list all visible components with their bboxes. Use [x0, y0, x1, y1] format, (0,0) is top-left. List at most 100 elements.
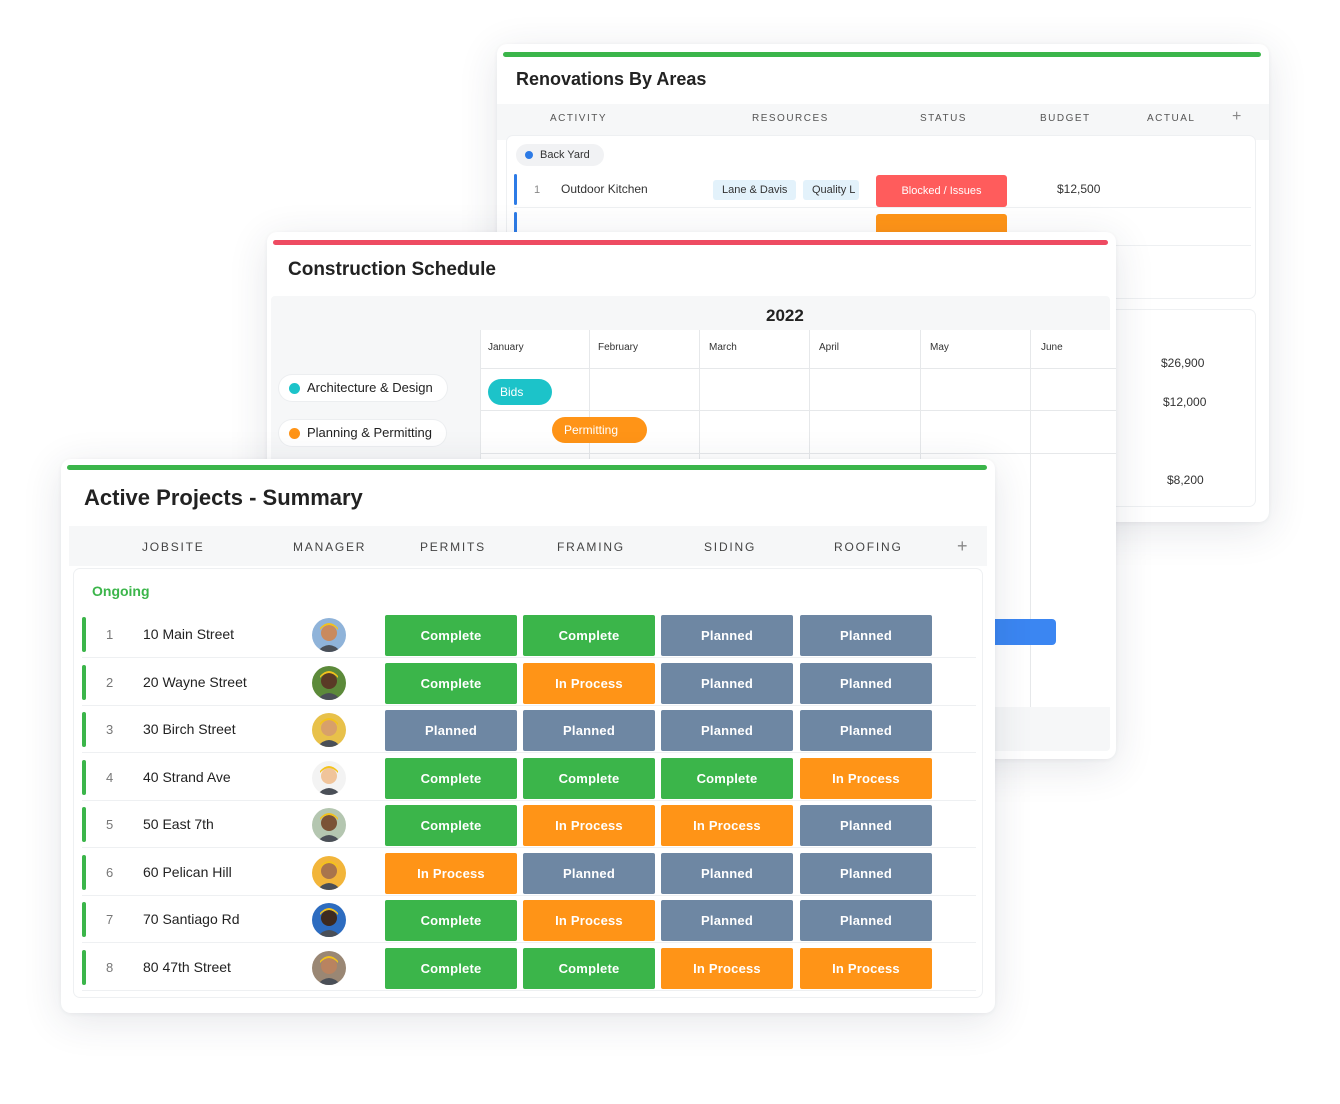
- timeline-row-label[interactable]: Architecture & Design: [279, 375, 447, 401]
- month-label: June: [1041, 342, 1063, 353]
- row-accent: [82, 854, 86, 890]
- column-header-budget[interactable]: BUDGET: [1040, 113, 1091, 124]
- add-column-icon[interactable]: +: [1232, 108, 1241, 126]
- resource-chip[interactable]: Lane & Davis: [713, 180, 797, 200]
- timeline-bar-bids[interactable]: Bids: [488, 379, 552, 405]
- month-label: March: [709, 342, 737, 353]
- manager-avatar[interactable]: [312, 903, 346, 937]
- timeline-row-label[interactable]: Planning & Permitting: [279, 420, 447, 446]
- status-roofing[interactable]: Planned: [800, 900, 932, 941]
- jobsite-cell[interactable]: 80 47th Street: [143, 959, 231, 975]
- group-name: Back Yard: [540, 149, 590, 161]
- column-header-siding[interactable]: SIDING: [704, 540, 756, 554]
- table-row[interactable]: 2 20 Wayne Street Complete In Process Planne…: [82, 660, 976, 706]
- jobsite-cell[interactable]: 30 Birch Street: [143, 721, 236, 737]
- row-accent: [82, 949, 86, 985]
- row-accent: [82, 807, 86, 842]
- status-siding[interactable]: Planned: [661, 900, 793, 941]
- status-siding[interactable]: Planned: [661, 662, 793, 704]
- status-framing[interactable]: Planned: [523, 710, 655, 751]
- status-permits[interactable]: Planned: [385, 710, 517, 751]
- active-projects-board: Active Projects - Summary JOBSITE MANAGE…: [61, 459, 995, 1013]
- table-row[interactable]: 6 60 Pelican Hill In Process Planned Planned…: [82, 850, 976, 896]
- status-framing[interactable]: In Process: [523, 900, 655, 941]
- resource-chip[interactable]: Quality L: [803, 180, 859, 200]
- timeline-bar-permitting[interactable]: Permitting: [552, 417, 647, 443]
- manager-avatar[interactable]: [312, 808, 346, 842]
- status-framing[interactable]: Complete: [523, 757, 655, 799]
- status-framing[interactable]: Complete: [523, 947, 655, 989]
- group-name[interactable]: Ongoing: [92, 583, 150, 599]
- group-dot-icon: [525, 151, 533, 159]
- column-header-status[interactable]: STATUS: [920, 113, 967, 124]
- column-header-roofing[interactable]: ROOFING: [834, 540, 903, 554]
- amount-cell: $8,200: [1167, 473, 1204, 487]
- jobsite-cell[interactable]: 60 Pelican Hill: [143, 864, 232, 880]
- add-column-icon[interactable]: +: [957, 536, 968, 557]
- manager-avatar[interactable]: [312, 760, 346, 795]
- avatar-photo: [312, 760, 346, 795]
- row-accent: [82, 759, 86, 795]
- jobsite-cell[interactable]: 70 Santiago Rd: [143, 911, 240, 927]
- status-roofing[interactable]: Planned: [800, 852, 932, 894]
- month-label: January: [488, 342, 524, 353]
- status-permits[interactable]: Complete: [385, 805, 517, 846]
- avatar-photo: [312, 855, 346, 890]
- status-roofing[interactable]: Planned: [800, 662, 932, 704]
- status-permits[interactable]: Complete: [385, 900, 517, 941]
- row-accent: [82, 617, 86, 652]
- group-label[interactable]: Back Yard: [516, 144, 604, 166]
- status-framing[interactable]: In Process: [523, 805, 655, 846]
- table-row[interactable]: 7 70 Santiago Rd Complete In Process Planned…: [82, 897, 976, 943]
- status-siding[interactable]: Complete: [661, 757, 793, 799]
- row-number: 3: [106, 722, 114, 737]
- manager-avatar[interactable]: [312, 665, 346, 700]
- table-row[interactable]: 4 40 Strand Ave Complete Complete Complete In…: [82, 755, 976, 801]
- column-header-activity[interactable]: ACTIVITY: [550, 113, 607, 124]
- status-siding[interactable]: Planned: [661, 852, 793, 894]
- column-header-resources[interactable]: RESOURCES: [752, 113, 829, 124]
- jobsite-cell[interactable]: 50 East 7th: [143, 816, 214, 832]
- row-number: 6: [106, 864, 114, 880]
- status-permits[interactable]: Complete: [385, 947, 517, 989]
- status-permits[interactable]: Complete: [385, 615, 517, 656]
- status-siding[interactable]: In Process: [661, 805, 793, 846]
- jobsite-cell[interactable]: 40 Strand Ave: [143, 769, 231, 785]
- status-roofing[interactable]: In Process: [800, 947, 932, 989]
- table-row[interactable]: 8 80 47th Street Complete Complete In Proces…: [82, 945, 976, 991]
- status-siding[interactable]: In Process: [661, 947, 793, 989]
- status-permits[interactable]: Complete: [385, 757, 517, 799]
- table-row[interactable]: 1 Outdoor Kitchen Lane & Davis Quality L…: [514, 172, 1251, 208]
- column-header-framing[interactable]: FRAMING: [557, 540, 625, 554]
- status-roofing[interactable]: In Process: [800, 757, 932, 799]
- column-header-permits[interactable]: PERMITS: [420, 540, 486, 554]
- status-siding[interactable]: Planned: [661, 710, 793, 751]
- jobsite-cell[interactable]: 10 Main Street: [143, 626, 234, 642]
- column-header-jobsite[interactable]: JOBSITE: [142, 540, 205, 554]
- manager-avatar[interactable]: [312, 618, 346, 652]
- board-color-bar: [273, 240, 1108, 245]
- row-number: 4: [106, 769, 114, 785]
- status-permits[interactable]: Complete: [385, 662, 517, 704]
- column-header-actual[interactable]: ACTUAL: [1147, 113, 1195, 124]
- status-badge[interactable]: Blocked / Issues: [876, 175, 1007, 207]
- timeline-bar[interactable]: [987, 619, 1056, 645]
- jobsite-cell[interactable]: 20 Wayne Street: [143, 674, 247, 690]
- status-framing[interactable]: Complete: [523, 615, 655, 656]
- column-header-manager[interactable]: MANAGER: [293, 540, 366, 554]
- status-roofing[interactable]: Planned: [800, 710, 932, 751]
- manager-avatar[interactable]: [312, 950, 346, 985]
- status-framing[interactable]: Planned: [523, 852, 655, 894]
- status-framing[interactable]: In Process: [523, 662, 655, 704]
- table-row[interactable]: 5 50 East 7th Complete In Process In Process…: [82, 802, 976, 848]
- status-siding[interactable]: Planned: [661, 615, 793, 656]
- manager-avatar[interactable]: [312, 855, 346, 890]
- budget-cell[interactable]: $12,500: [1057, 182, 1100, 196]
- status-roofing[interactable]: Planned: [800, 615, 932, 656]
- status-permits[interactable]: In Process: [385, 852, 517, 894]
- activity-cell[interactable]: Outdoor Kitchen: [561, 182, 648, 196]
- status-roofing[interactable]: Planned: [800, 805, 932, 846]
- table-row[interactable]: 3 30 Birch Street Planned Planned Planned Pla…: [82, 707, 976, 753]
- table-row[interactable]: 1 10 Main Street Complete Complete Planned Pl…: [82, 612, 976, 658]
- manager-avatar[interactable]: [312, 713, 346, 747]
